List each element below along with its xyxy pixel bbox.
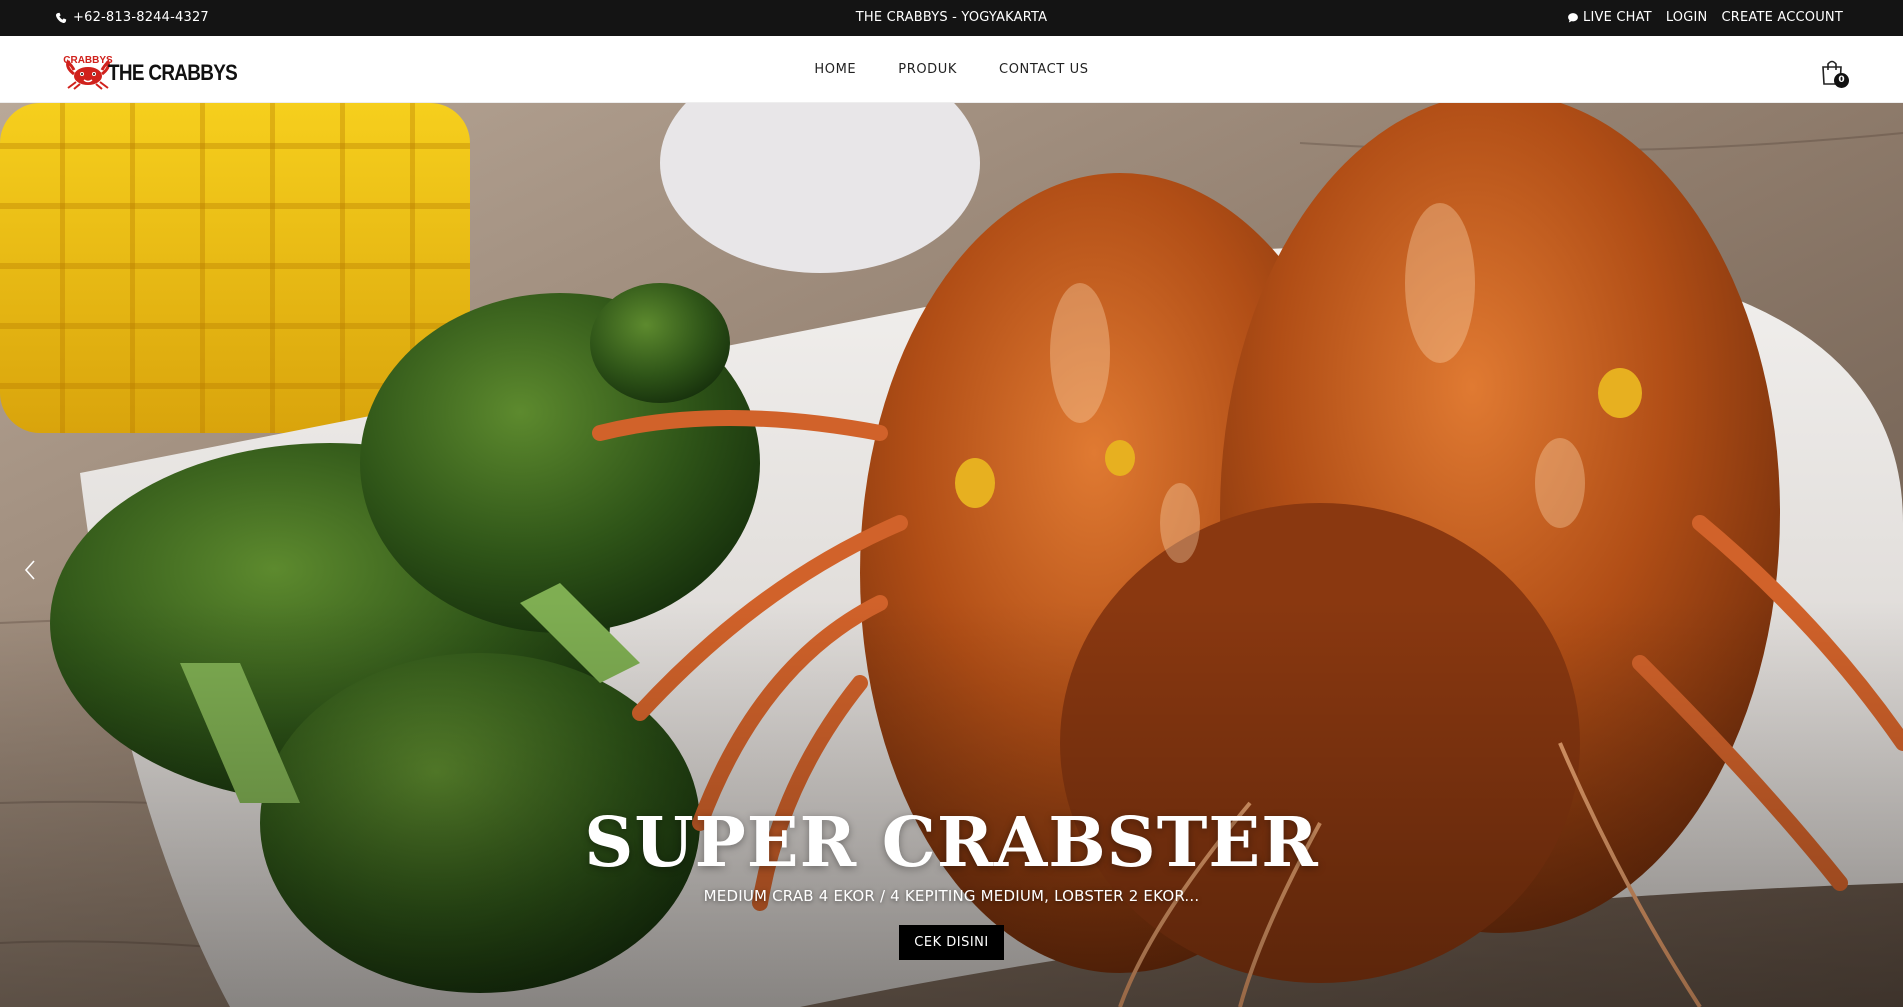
hero-slider: SUPER CRABSTER MEDIUM CRAB 4 EKOR / 4 KE…	[0, 103, 1903, 1007]
hero-caption: SUPER CRABSTER MEDIUM CRAB 4 EKOR / 4 KE…	[0, 803, 1903, 960]
nav-contact-us[interactable]: CONTACT US	[999, 62, 1089, 77]
chat-icon	[1568, 12, 1578, 22]
login-link[interactable]: LOGIN	[1666, 10, 1708, 25]
nav-produk[interactable]: PRODUK	[898, 62, 957, 77]
hero-subtitle: MEDIUM CRAB 4 EKOR / 4 KEPITING MEDIUM, …	[703, 887, 1200, 905]
live-chat-link[interactable]: LIVE CHAT	[1567, 10, 1652, 25]
create-account-link[interactable]: CREATE ACCOUNT	[1721, 10, 1843, 25]
main-header: CRABBYS THE CRABBYS HOME PRODUK CONTACT …	[0, 36, 1903, 103]
phone-icon	[55, 12, 67, 23]
phone-number[interactable]: +62-813-8244-4327	[73, 10, 209, 25]
hero-title: SUPER CRABSTER	[584, 803, 1319, 883]
cek-disini-button[interactable]: CEK DISINI	[899, 925, 1004, 960]
top-bar: +62-813-8244-4327 THE CRABBYS - YOGYAKAR…	[0, 0, 1903, 36]
cart-count-badge: 0	[1834, 73, 1849, 88]
nav-home[interactable]: HOME	[814, 62, 856, 77]
phone-contact[interactable]: +62-813-8244-4327	[55, 10, 209, 25]
account-links: LIVE CHAT LOGIN CREATE ACCOUNT	[1567, 10, 1843, 25]
main-nav: HOME PRODUK CONTACT US	[0, 62, 1903, 77]
cart-button[interactable]: 0	[1819, 58, 1849, 88]
chevron-left-icon[interactable]	[20, 555, 40, 585]
live-chat-label[interactable]: LIVE CHAT	[1583, 10, 1652, 25]
